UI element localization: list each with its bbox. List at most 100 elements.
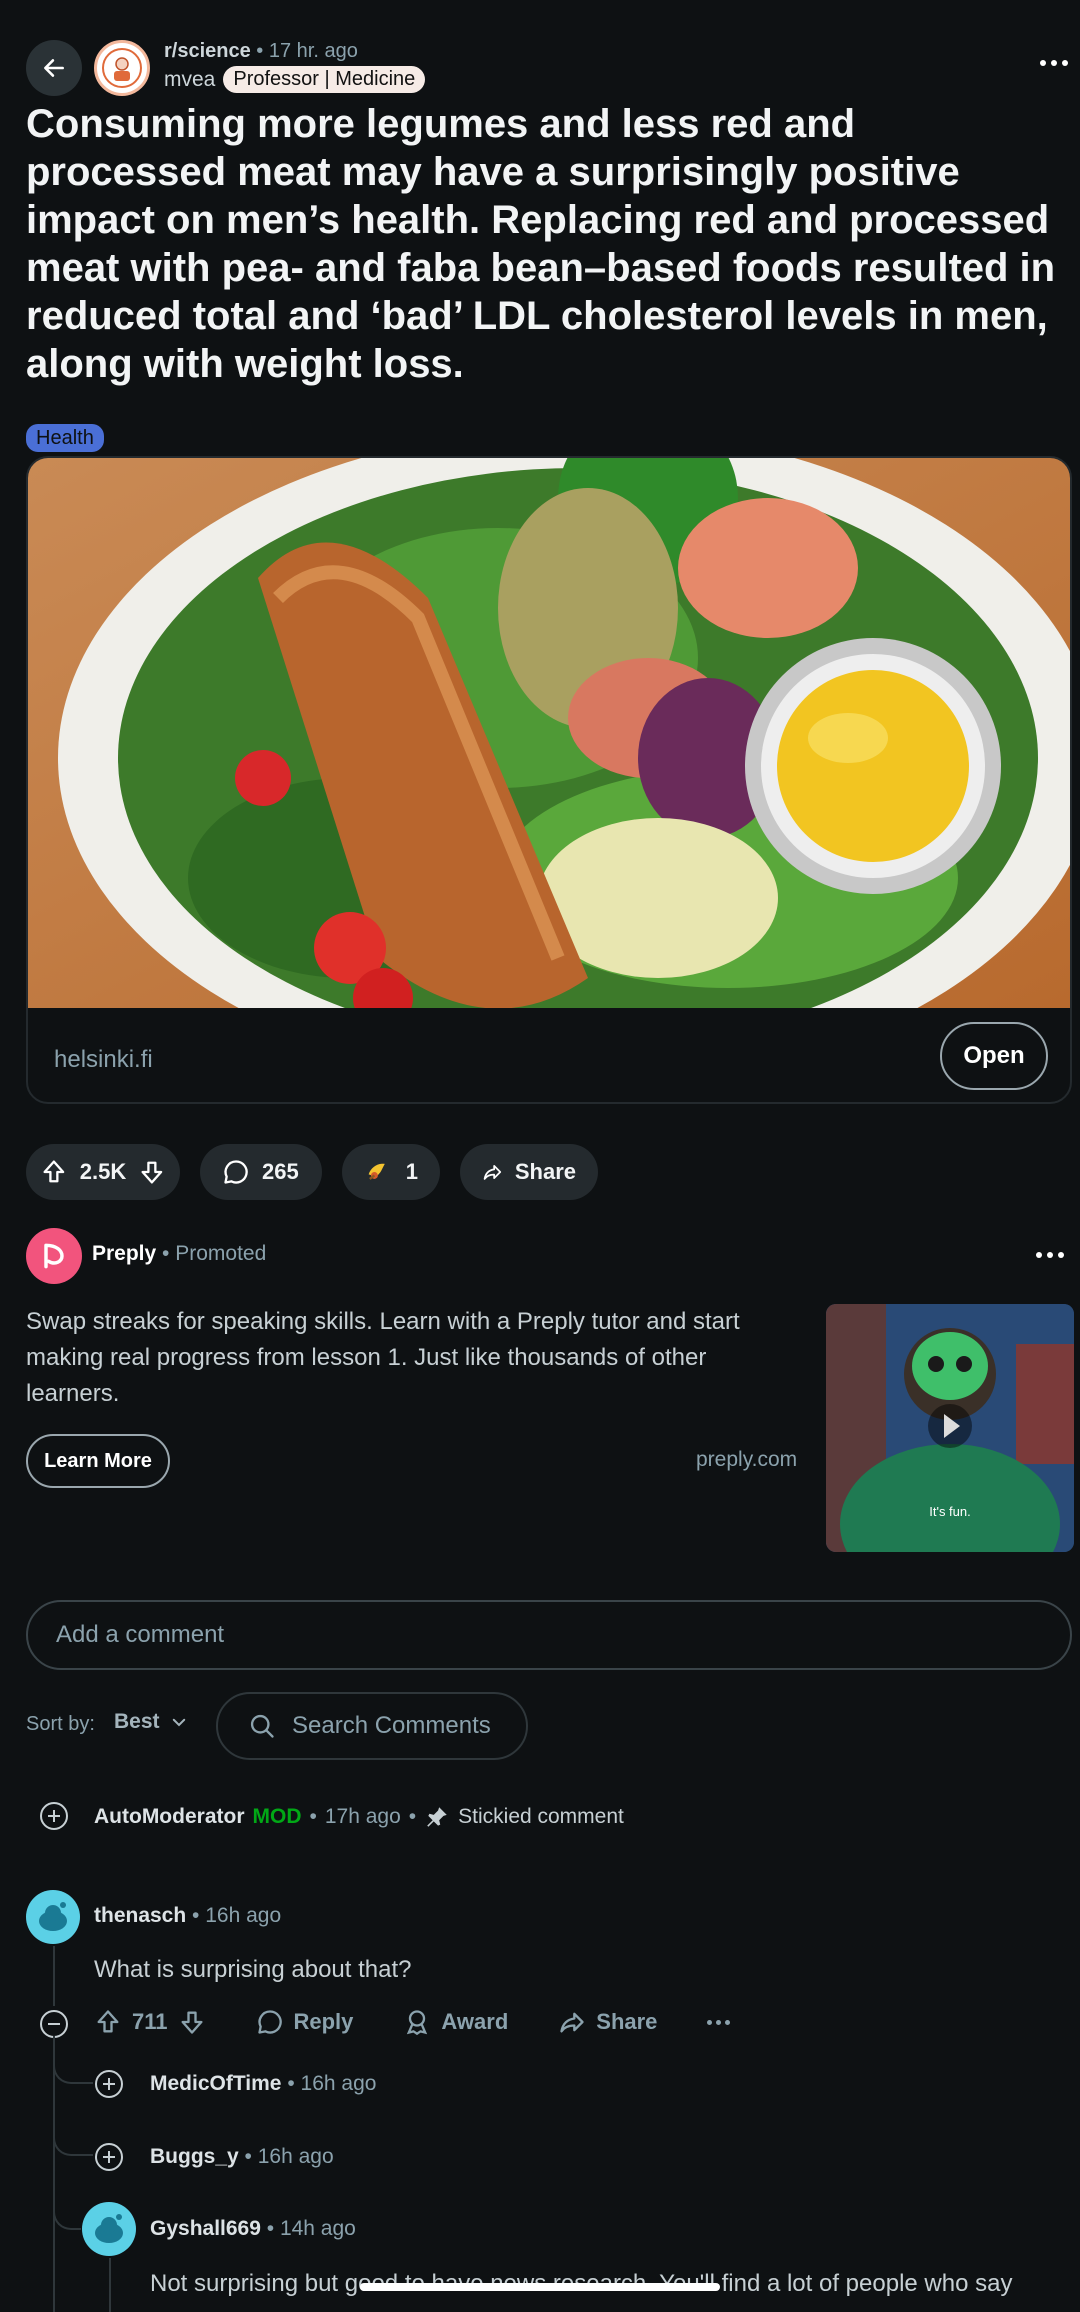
expand-comment-button[interactable] xyxy=(95,2070,123,2098)
collapse-comment-button[interactable] xyxy=(40,2010,68,2038)
thread-connector xyxy=(53,2132,93,2156)
stickied-label: Stickied comment xyxy=(458,1805,624,1828)
sort-value: Best xyxy=(114,1710,160,1733)
thread-connector xyxy=(53,2060,93,2084)
chevron-down-icon xyxy=(172,1718,185,1727)
comment-vote-control: 711 xyxy=(94,2008,206,2036)
science-logo-icon xyxy=(102,48,142,88)
author-line: mvea Professor | Medicine xyxy=(164,66,426,93)
comment-age: 16h ago xyxy=(300,2072,377,2095)
award-button[interactable]: 1 xyxy=(342,1144,440,1200)
subreddit-name[interactable]: r/science xyxy=(164,40,251,62)
thread-line[interactable] xyxy=(53,2036,55,2312)
post-meta-line: r/science • 17 hr. ago xyxy=(164,40,358,62)
comment-header: thenasch • 16h ago xyxy=(94,1904,282,1927)
commenter-name[interactable]: thenasch xyxy=(94,1904,186,1927)
reply-label: Reply xyxy=(293,2009,354,2034)
comment-age: 14h ago xyxy=(279,2217,356,2240)
comment-actions: 711 Reply Award Share xyxy=(94,2008,731,2036)
comment-header: Buggs_y • 16h ago xyxy=(150,2145,334,2168)
share-comment-button[interactable]: Share xyxy=(558,2008,657,2036)
preply-logo-icon xyxy=(44,1243,64,1269)
commenter-name[interactable]: Buggs_y xyxy=(150,2145,239,2168)
link-preview-card[interactable]: helsinki.fi Open xyxy=(26,456,1072,1104)
thread-line[interactable] xyxy=(53,1946,55,2006)
commenter-name[interactable]: Gyshall669 xyxy=(150,2217,261,2240)
ad-meta: Preply • Promoted xyxy=(92,1242,267,1265)
plus-icon xyxy=(48,1810,60,1822)
comments-button[interactable]: 265 xyxy=(200,1144,322,1200)
award-icon xyxy=(407,2010,428,2036)
dot-icon xyxy=(716,2019,722,2025)
ad-video-thumbnail[interactable]: It's fun. xyxy=(826,1304,1074,1552)
comment-overflow-button[interactable] xyxy=(707,2019,731,2025)
overflow-menu-button[interactable] xyxy=(1040,60,1068,66)
comment-icon xyxy=(257,2010,282,2034)
salad-plate-image xyxy=(28,458,1070,1008)
award-emoji-icon xyxy=(368,1163,385,1180)
ad-overflow-button[interactable] xyxy=(1036,1252,1064,1258)
search-icon xyxy=(250,1714,274,1738)
mod-badge: MOD xyxy=(252,1805,302,1828)
downvote-icon[interactable] xyxy=(178,2008,206,2036)
avatar[interactable] xyxy=(82,2202,136,2256)
arrow-left-icon xyxy=(44,59,64,77)
sort-dropdown[interactable]: Best xyxy=(114,1710,188,1734)
reply-button[interactable]: Reply xyxy=(256,2008,354,2036)
expand-comment-button[interactable] xyxy=(40,1802,68,1830)
dot-icon xyxy=(1047,1252,1053,1258)
author-name[interactable]: mvea xyxy=(164,68,215,92)
add-comment-input[interactable]: Add a comment xyxy=(26,1600,1072,1670)
dot-icon xyxy=(1040,60,1046,66)
share-icon xyxy=(560,2012,584,2033)
search-comments-placeholder: Search Comments xyxy=(292,1712,491,1739)
back-button[interactable] xyxy=(26,40,82,96)
avatar[interactable] xyxy=(26,1890,80,1944)
dot-icon xyxy=(1036,1252,1042,1258)
downvote-icon[interactable] xyxy=(138,1158,166,1186)
open-link-button[interactable]: Open xyxy=(940,1022,1048,1090)
comment-icon xyxy=(224,1160,248,1184)
plus-icon xyxy=(103,2078,115,2090)
learn-more-button[interactable]: Learn More xyxy=(26,1434,170,1488)
advertiser-name[interactable]: Preply xyxy=(92,1242,156,1265)
dot-icon xyxy=(1062,60,1068,66)
share-icon xyxy=(483,1165,502,1180)
post-flair-tag[interactable]: Health xyxy=(26,424,104,452)
comment-age: 16h ago xyxy=(205,1904,282,1927)
ad-body: Swap streaks for speaking skills. Learn … xyxy=(26,1308,740,1407)
pin-icon xyxy=(427,1807,447,1827)
award-comment-button[interactable]: Award xyxy=(403,2008,508,2036)
dot-icon xyxy=(1051,60,1057,66)
upvote-icon[interactable] xyxy=(94,2008,122,2036)
home-indicator xyxy=(360,2283,720,2291)
advertiser-avatar[interactable] xyxy=(26,1228,82,1284)
sort-label: Sort by: xyxy=(26,1713,95,1735)
comment-count: 265 xyxy=(262,1159,299,1184)
plus-icon xyxy=(103,2151,115,2163)
link-preview-image[interactable] xyxy=(28,458,1070,1008)
comment-text: What is surprising about that? xyxy=(94,1956,412,1983)
thread-line[interactable] xyxy=(109,2258,111,2312)
dot-icon xyxy=(707,2019,713,2025)
snoo-avatar-icon xyxy=(39,1902,67,1931)
commenter-name[interactable]: MedicOfTime xyxy=(150,2072,281,2095)
share-label: Share xyxy=(514,1159,576,1184)
dot-icon xyxy=(1058,1252,1064,1258)
dot-icon xyxy=(725,2019,731,2025)
comment-age: 17h ago xyxy=(324,1805,401,1828)
minus-icon xyxy=(48,2023,60,2025)
post-detail-screen: r/science • 17 hr. ago mvea Professor | … xyxy=(0,0,1080,2312)
award-count: 1 xyxy=(405,1159,418,1184)
search-comments-field[interactable]: Search Comments xyxy=(216,1692,528,1760)
subreddit-avatar[interactable] xyxy=(94,40,150,96)
upvote-icon[interactable] xyxy=(40,1158,68,1186)
link-domain[interactable]: helsinki.fi xyxy=(54,1046,153,1074)
automod-comment-header: AutoModerator MOD • 17h ago • Stickied c… xyxy=(94,1805,624,1829)
ad-domain[interactable]: preply.com xyxy=(696,1448,797,1472)
share-button[interactable]: Share xyxy=(460,1144,598,1200)
share-label: Share xyxy=(596,2009,658,2034)
expand-comment-button[interactable] xyxy=(95,2143,123,2171)
commenter-name[interactable]: AutoModerator xyxy=(94,1805,245,1829)
comment-age: 16h ago xyxy=(257,2145,334,2168)
